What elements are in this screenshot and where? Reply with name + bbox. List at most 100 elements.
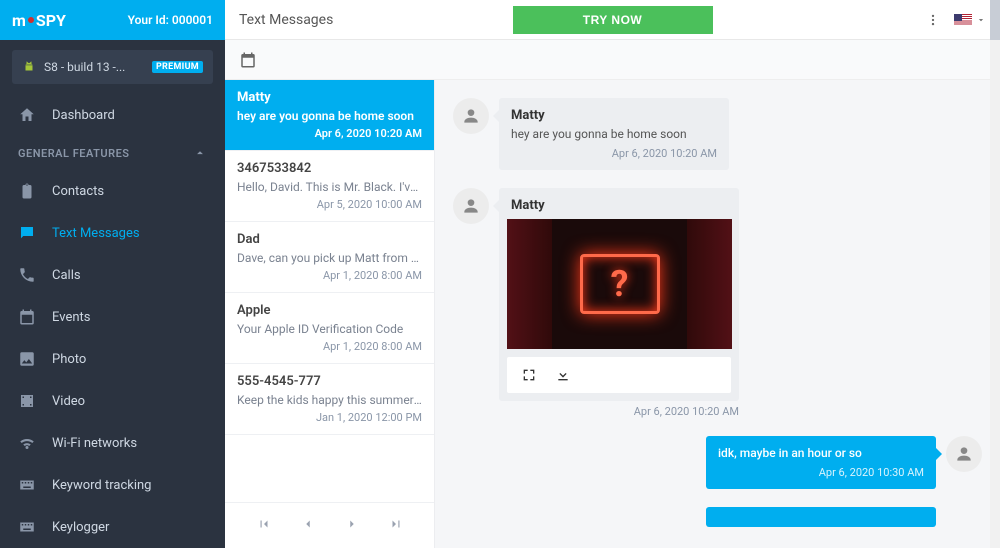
message-sender: Matty [499, 188, 739, 219]
sidebar-item-wifi[interactable]: Wi-Fi networks [0, 422, 225, 464]
person-icon [954, 444, 974, 464]
conversation-date: Apr 1, 2020 8:00 AM [237, 269, 422, 282]
message-body: hey are you gonna be home soon [511, 127, 717, 141]
sidebar-item-label: Keyword tracking [52, 478, 152, 493]
conversation-date: Apr 1, 2020 8:00 AM [237, 340, 422, 353]
conversation-pager [225, 502, 434, 548]
sidebar-item-keylogger[interactable]: Keylogger [0, 506, 225, 548]
keyboard-icon [18, 518, 36, 536]
chevron-up-icon [193, 146, 207, 160]
try-now-button[interactable]: TRY NOW [513, 6, 713, 34]
expand-icon[interactable] [521, 367, 537, 383]
brand-logo: mSPY [12, 11, 66, 30]
conversation-preview: Keep the kids happy this summer with ... [237, 393, 422, 407]
conversation-name: Dad [237, 232, 422, 247]
sidebar-item-contacts[interactable]: Contacts [0, 170, 225, 212]
message-timestamp: Apr 6, 2020 10:30 AM [718, 466, 924, 479]
conversation-date: Apr 5, 2020 10:00 AM [237, 198, 422, 211]
download-icon[interactable] [555, 367, 571, 383]
video-icon [18, 392, 36, 410]
message-image-thumbnail[interactable]: ? [507, 219, 732, 349]
user-id-label: Your Id: 000001 [128, 13, 213, 27]
premium-badge: PREMIUM [152, 61, 203, 73]
message-row: idk, maybe in an hour or so Apr 6, 2020 … [453, 436, 982, 489]
pager-first-button[interactable] [257, 517, 271, 535]
avatar [453, 188, 489, 224]
sidebar-item-label: Events [52, 310, 90, 325]
conversation-list: Matty hey are you gonna be home soon Apr… [225, 80, 435, 548]
nav-menu: Dashboard GENERAL FEATURES Contacts Text… [0, 94, 225, 548]
topbar-actions [926, 13, 986, 27]
person-icon [461, 106, 481, 126]
conversation-item[interactable]: Apple Your Apple ID Verification Code Ap… [225, 293, 434, 364]
conversation-name: 3467533842 [237, 161, 422, 176]
conversation-item[interactable]: 3467533842 Hello, David. This is Mr. Bla… [225, 151, 434, 222]
android-icon [22, 60, 36, 74]
message-bubble-incoming: Matty hey are you gonna be home soon Apr… [499, 98, 729, 170]
message-body: idk, maybe in an hour or so [718, 446, 924, 460]
sidebar-item-dashboard[interactable]: Dashboard [0, 94, 225, 136]
conversation-preview: Hello, David. This is Mr. Black. I've no… [237, 180, 422, 194]
section-general-features[interactable]: GENERAL FEATURES [0, 136, 225, 170]
page-title: Text Messages [239, 12, 333, 28]
message-row: Matty hey are you gonna be home soon Apr… [453, 98, 982, 170]
conversation-date: Jan 1, 2020 12:00 PM [237, 411, 422, 424]
more-vertical-icon[interactable] [926, 13, 940, 27]
sidebar-item-video[interactable]: Video [0, 380, 225, 422]
keyboard-icon [18, 476, 36, 494]
conversation-name: Apple [237, 303, 422, 318]
sidebar-item-label: Video [52, 394, 85, 409]
image-icon [18, 350, 36, 368]
section-label: GENERAL FEATURES [18, 147, 130, 160]
sidebar-item-events[interactable]: Events [0, 296, 225, 338]
device-name: S8 - build 13 -... [44, 60, 144, 74]
wifi-icon [18, 434, 36, 452]
message-bubble-outgoing: idk, maybe in an hour or so Apr 6, 2020 … [706, 436, 936, 489]
sidebar-item-calls[interactable]: Calls [0, 254, 225, 296]
message-pane: Matty hey are you gonna be home soon Apr… [435, 80, 1000, 548]
message-sender: Matty [511, 108, 717, 123]
sidebar-header: mSPY Your Id: 000001 [0, 0, 225, 40]
conversation-preview: Dave, can you pick up Matt from schoo... [237, 251, 422, 265]
toolbar [225, 40, 1000, 80]
topbar: Text Messages TRY NOW [225, 0, 1000, 40]
sidebar-item-label: Calls [52, 268, 81, 283]
sidebar-item-label: Text Messages [52, 226, 140, 241]
pager-next-button[interactable] [345, 517, 359, 535]
avatar [946, 436, 982, 472]
avatar [453, 98, 489, 134]
conversation-item[interactable]: 555-4545-777 Keep the kids happy this su… [225, 364, 434, 435]
message-timestamp: Apr 6, 2020 10:20 AM [511, 147, 717, 160]
sidebar-item-keyword[interactable]: Keyword tracking [0, 464, 225, 506]
person-icon [461, 196, 481, 216]
conversation-item[interactable]: Dad Dave, can you pick up Matt from scho… [225, 222, 434, 293]
pager-last-button[interactable] [389, 517, 403, 535]
message-icon [18, 224, 36, 242]
content: Matty hey are you gonna be home soon Apr… [225, 80, 1000, 548]
calendar-icon [18, 308, 36, 326]
conversation-preview: Your Apple ID Verification Code [237, 322, 422, 336]
sidebar-item-label: Contacts [52, 184, 104, 199]
message-row [453, 507, 982, 527]
device-selector[interactable]: S8 - build 13 -... PREMIUM [12, 50, 213, 84]
message-bubble-incoming-media: Matty ? Apr 6, 2020 10:20 AM [499, 188, 739, 418]
language-selector[interactable] [954, 14, 986, 26]
calendar-icon[interactable] [239, 51, 257, 69]
clipboard-icon [18, 182, 36, 200]
main-area: Text Messages TRY NOW Matty hey are you … [225, 0, 1000, 548]
sidebar-item-label: Photo [52, 352, 86, 367]
sidebar-item-text-messages[interactable]: Text Messages [0, 212, 225, 254]
conversation-item[interactable]: Matty hey are you gonna be home soon Apr… [225, 80, 434, 151]
sidebar: mSPY Your Id: 000001 S8 - build 13 -... … [0, 0, 225, 548]
pager-prev-button[interactable] [301, 517, 315, 535]
message-row: Matty ? Apr 6, 2020 10:20 AM [453, 188, 982, 418]
sidebar-item-label: Keylogger [52, 520, 109, 535]
sidebar-item-label: Wi-Fi networks [52, 436, 137, 451]
sidebar-item-photo[interactable]: Photo [0, 338, 225, 380]
conversation-name: Matty [237, 90, 422, 105]
conversation-preview: hey are you gonna be home soon [237, 109, 422, 123]
sidebar-item-label: Dashboard [52, 108, 115, 123]
page-scrollbar[interactable] [990, 0, 1000, 548]
message-timestamp: Apr 6, 2020 10:20 AM [499, 405, 739, 418]
conversation-date: Apr 6, 2020 10:20 AM [237, 127, 422, 140]
